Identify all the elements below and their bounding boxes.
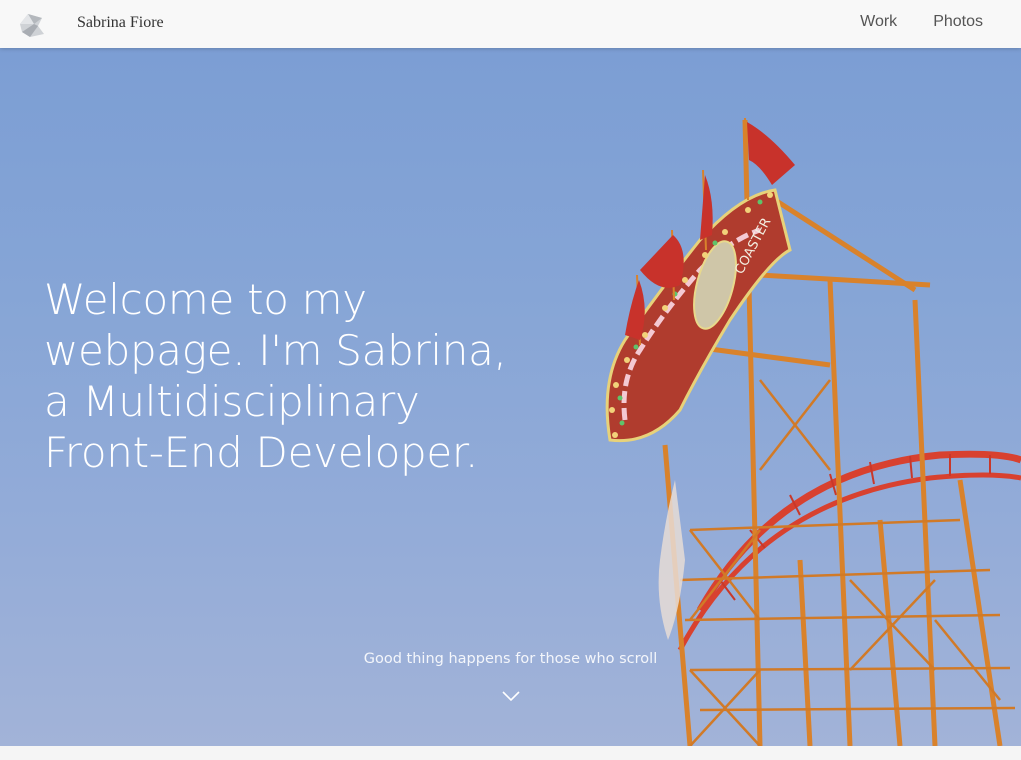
top-navbar: Sabrina Fiore Work Photos bbox=[0, 0, 1021, 48]
brand-name[interactable]: Sabrina Fiore bbox=[77, 14, 164, 32]
chevron-down-icon[interactable] bbox=[501, 689, 521, 703]
nav-link-work[interactable]: Work bbox=[860, 13, 897, 31]
nav-link-photos[interactable]: Photos bbox=[933, 13, 983, 31]
hero-section: COASTER Welcome to my webpage. I'm Sabri… bbox=[0, 48, 1021, 746]
hero-headline: Welcome to my webpage. I'm Sabrina, a Mu… bbox=[44, 275, 507, 477]
scroll-hint-text: Good thing happens for those who scroll bbox=[363, 651, 658, 667]
nav-links: Work Photos bbox=[860, 13, 983, 31]
site-logo-icon[interactable] bbox=[16, 10, 46, 40]
page-bottom-strip bbox=[0, 746, 1021, 760]
